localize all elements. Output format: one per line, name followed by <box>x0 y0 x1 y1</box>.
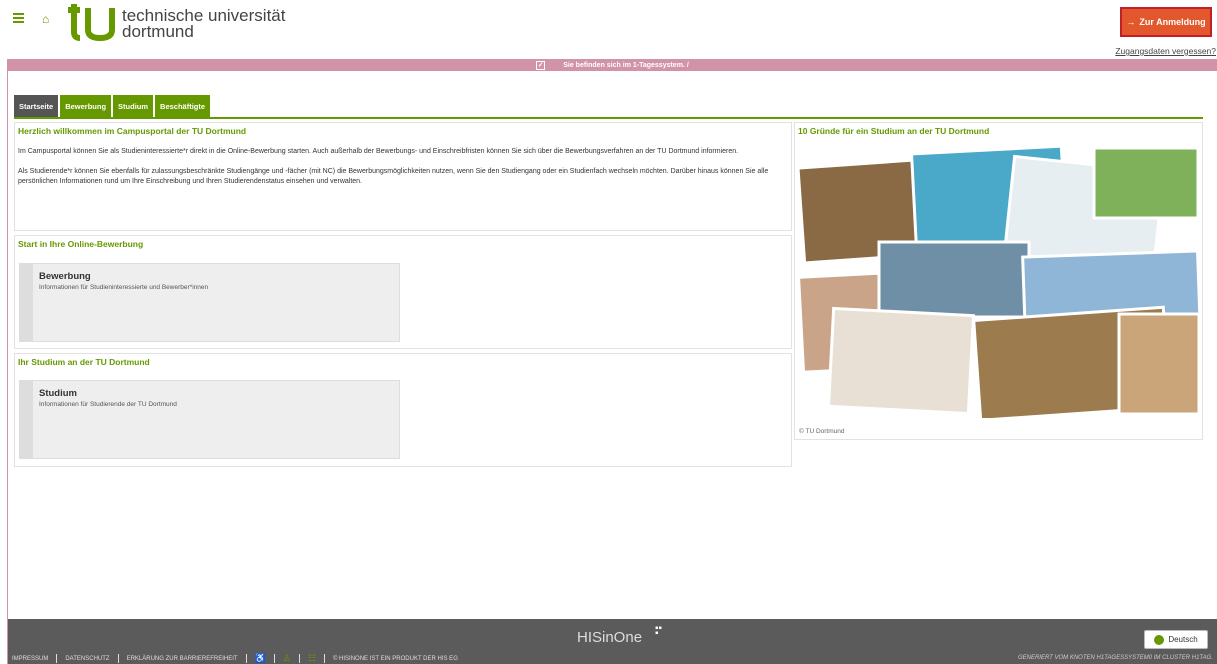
sitemap-icon[interactable]: ☷ <box>308 653 316 664</box>
tab-bewerbung[interactable]: Bewerbung <box>60 95 112 117</box>
hisinone-logo: HISinOne ▪▪ ▪ <box>577 624 662 647</box>
study-card-title: Studium <box>39 388 77 399</box>
tab-startseite[interactable]: Startseite <box>14 95 59 117</box>
checkbox-icon: ✓ <box>536 60 546 70</box>
language-label: Deutsch <box>1168 635 1198 644</box>
footer-separator <box>245 654 247 663</box>
hisinone-dots-icon: ▪▪ ▪ <box>655 623 663 639</box>
application-card-title: Bewerbung <box>39 271 91 282</box>
accessibility-icon[interactable]: ♿ <box>255 653 266 664</box>
menu-icon[interactable] <box>13 13 24 23</box>
application-card[interactable]: Bewerbung Informationen für Studieninter… <box>19 263 400 342</box>
forgot-credentials-link[interactable]: Zugangsdaten vergessen? <box>1115 46 1216 56</box>
datenschutz-link[interactable]: DATENSCHUTZ <box>65 656 109 662</box>
language-button[interactable]: Deutsch <box>1144 630 1208 649</box>
tab-bar: Startseite Bewerbung Studium Beschäftigt… <box>14 95 212 117</box>
logo-line-2: dortmund <box>122 22 194 41</box>
application-card-subtitle: Informationen für Studieninteressierte u… <box>39 284 209 291</box>
impressum-link[interactable]: IMPRESSUM <box>12 656 48 662</box>
study-card[interactable]: Studium Informationen für Studierende de… <box>19 380 400 459</box>
photo-collage[interactable] <box>799 144 1199 418</box>
arrow-right-icon: → <box>1126 17 1136 27</box>
footer-separator <box>323 654 325 663</box>
study-title: Ihr Studium an der TU Dortmund <box>18 357 150 367</box>
reasons-panel: 10 Gründe für ein Studium an der TU Dort… <box>794 122 1203 440</box>
accessibility-link[interactable]: ERKLÄRUNG ZUR BARRIEREFREIHEIT <box>127 656 238 662</box>
footer-links: IMPRESSUM DATENSCHUTZ ERKLÄRUNG ZUR BARR… <box>8 653 458 664</box>
footer: HISinOne ▪▪ ▪ IMPRESSUM DATENSCHUTZ ERKLÄ… <box>8 619 1217 664</box>
footer-separator <box>298 654 300 663</box>
login-label: Zur Anmeldung <box>1139 17 1206 27</box>
globe-icon <box>1154 634 1165 645</box>
tab-studium[interactable]: Studium <box>113 95 154 117</box>
collage-copyright: © TU Dortmund <box>799 428 845 435</box>
tu-logo[interactable] <box>66 2 118 42</box>
product-notice: © HISINONE IST EIN PRODUKT DER HIS EG <box>332 655 458 662</box>
left-rule <box>7 59 8 664</box>
tab-beschaeftigte[interactable]: Beschäftigte <box>155 95 211 117</box>
generated-by-node: GENERIERT VOM KNOTEN H1TAGESSYSTEM0 IM C… <box>1017 655 1213 661</box>
application-title: Start in Ihre Online-Bewerbung <box>18 239 144 249</box>
welcome-title: Herzlich willkommen im Campusportal der … <box>18 126 247 136</box>
application-panel: Start in Ihre Online-Bewerbung Bewerbung… <box>14 235 792 349</box>
system-banner: ✓ Sie befinden sich im 1-Tagessystem. / <box>8 59 1217 71</box>
footer-separator <box>273 654 275 663</box>
footer-separator <box>56 654 58 663</box>
banner-text: Sie befinden sich im 1-Tagessystem. / <box>563 61 689 69</box>
reasons-title: 10 Gründe für ein Studium an der TU Dort… <box>798 126 990 136</box>
home-icon[interactable]: ⌂ <box>42 12 49 26</box>
university-name: technische universität dortmund <box>122 7 285 41</box>
study-card-subtitle: Informationen für Studierende der TU Dor… <box>39 401 177 408</box>
welcome-paragraph-2: Als Studierende*r können Sie ebenfalls f… <box>18 168 769 185</box>
tab-underline <box>14 117 1203 119</box>
hisinone-brand: HISinOne <box>577 629 643 646</box>
footer-separator <box>117 654 119 663</box>
header: ⌂ technische universität dortmund → Zur … <box>0 0 1217 58</box>
welcome-panel: Herzlich willkommen im Campusportal der … <box>14 122 792 231</box>
person-icon[interactable]: ♙ <box>283 653 291 664</box>
welcome-paragraph-1: Im Campusportal können Sie als Studienin… <box>18 148 739 155</box>
study-panel: Ihr Studium an der TU Dortmund Studium I… <box>14 353 792 467</box>
login-button[interactable]: → Zur Anmeldung <box>1120 7 1212 37</box>
